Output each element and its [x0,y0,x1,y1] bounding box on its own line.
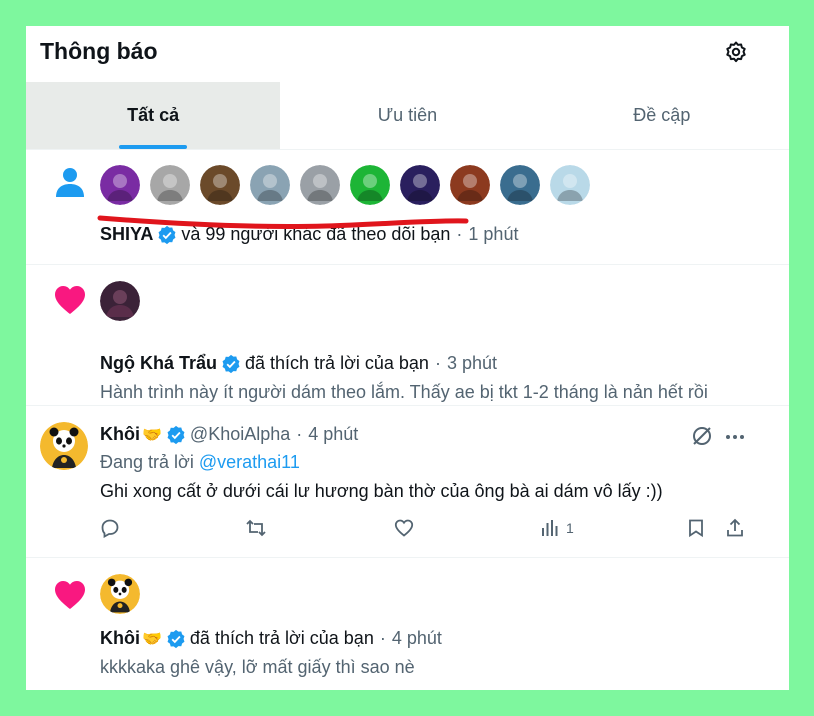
tab-priority-label: Ưu tiên [377,105,438,125]
separator: · [379,628,386,648]
tab-priority[interactable]: Ưu tiên [280,82,534,149]
red-underline-annotation [97,215,469,230]
gear-icon[interactable] [724,40,748,64]
page-title: Thông báo [40,38,158,64]
timestamp: 1 phút [468,224,519,244]
follower-avatar[interactable] [150,165,190,205]
tab-mentions[interactable]: Đề cập [535,82,789,149]
replying-to-link[interactable]: @verathai11 [199,452,300,473]
header: Thông báo [26,26,789,82]
reply-icon [101,519,119,538]
bookmark-button[interactable] [686,518,706,538]
share-button[interactable] [725,518,745,538]
handshake-emoji: 🤝 [142,630,162,648]
bookmark-icon [689,519,703,538]
repost-button[interactable] [246,518,266,538]
tab-mentions-label: Đề cập [633,105,691,125]
repost-icon [246,519,266,537]
post-actions: 1 [100,518,750,542]
follower-avatar[interactable] [500,165,540,205]
timestamp: 3 phút [446,353,497,373]
follower-avatar[interactable] [200,165,240,205]
avatar[interactable] [40,422,88,470]
like-button[interactable] [394,518,414,538]
post-header: Khôi 🤝 @KhoiAlpha · 4 phút [100,424,358,445]
author-handle[interactable]: @KhoiAlpha [190,424,290,445]
analytics-icon [542,520,558,536]
verified-badge-icon [222,354,240,373]
liked-reply-content: kkkkaka ghê vậy, lỡ mất giấy thì sao nè [100,657,415,677]
handshake-emoji: 🤝 [142,426,162,444]
follow-notification[interactable]: SHIYA và 99 người khác đã theo dõi bạn ·… [26,150,789,265]
post-content: Ghi xong cất ở dưới cái lư hương bàn thờ… [100,481,663,501]
follower-avatar[interactable] [450,165,490,205]
tab-bar: Tất cả Ưu tiên Đề cập [26,82,789,150]
timestamp[interactable]: 4 phút [308,424,358,445]
heart-icon [55,286,85,314]
reply-post[interactable]: Khôi 🤝 @KhoiAlpha · 4 phút Đang trả lời … [26,406,789,558]
like-notification[interactable]: Ngộ Khá Trẩu đã thích trả lời của bạn · … [26,265,789,406]
share-icon [727,518,743,537]
author-name[interactable]: Khôi [100,424,140,445]
heart-outline-icon [394,519,414,537]
like-text: đã thích trả lời của bạn [189,628,374,648]
notifications-panel: Thông báo Tất cả Ưu tiên Đề cập SHIYA và… [26,26,789,690]
follower-avatar[interactable] [550,165,590,205]
tab-all[interactable]: Tất cả [26,82,281,149]
liker-name[interactable]: Ngộ Khá Trẩu [100,353,217,374]
follower-avatar[interactable] [100,165,140,205]
more-options-icon[interactable] [724,426,746,448]
avatar[interactable] [100,574,140,614]
verified-badge-icon [167,425,185,444]
grok-icon[interactable] [690,424,714,448]
follower-avatars [100,165,590,205]
follower-avatar[interactable] [400,165,440,205]
follower-avatar[interactable] [250,165,290,205]
heart-icon [55,581,85,609]
like-text: đã thích trả lời của bạn [245,353,429,373]
person-icon [56,168,84,197]
follower-avatar[interactable] [350,165,390,205]
replying-prefix: Đang trả lời [100,452,194,472]
tab-all-label: Tất cả [127,105,180,125]
like-notification[interactable]: Khôi 🤝 đã thích trả lời của bạn · 4 phút… [26,558,789,690]
follower-avatar[interactable] [300,165,340,205]
timestamp: 4 phút [391,628,442,648]
like-text-line: Ngộ Khá Trẩu đã thích trả lời của bạn · … [100,353,497,374]
separator: · [296,424,303,444]
views-button[interactable]: 1 [540,518,574,538]
avatar[interactable] [100,281,140,321]
liked-reply-content: Hành trình này ít người dám theo lắm. Th… [100,382,708,402]
reply-button[interactable] [100,518,120,538]
views-count: 1 [566,520,574,536]
liker-name[interactable]: Khôi [100,628,140,649]
active-tab-indicator [119,145,188,149]
replying-to-line: Đang trả lời @verathai11 [100,452,300,473]
separator: · [434,353,441,373]
like-text-line: Khôi 🤝 đã thích trả lời của bạn · 4 phút [100,628,442,649]
verified-badge-icon [167,629,185,648]
